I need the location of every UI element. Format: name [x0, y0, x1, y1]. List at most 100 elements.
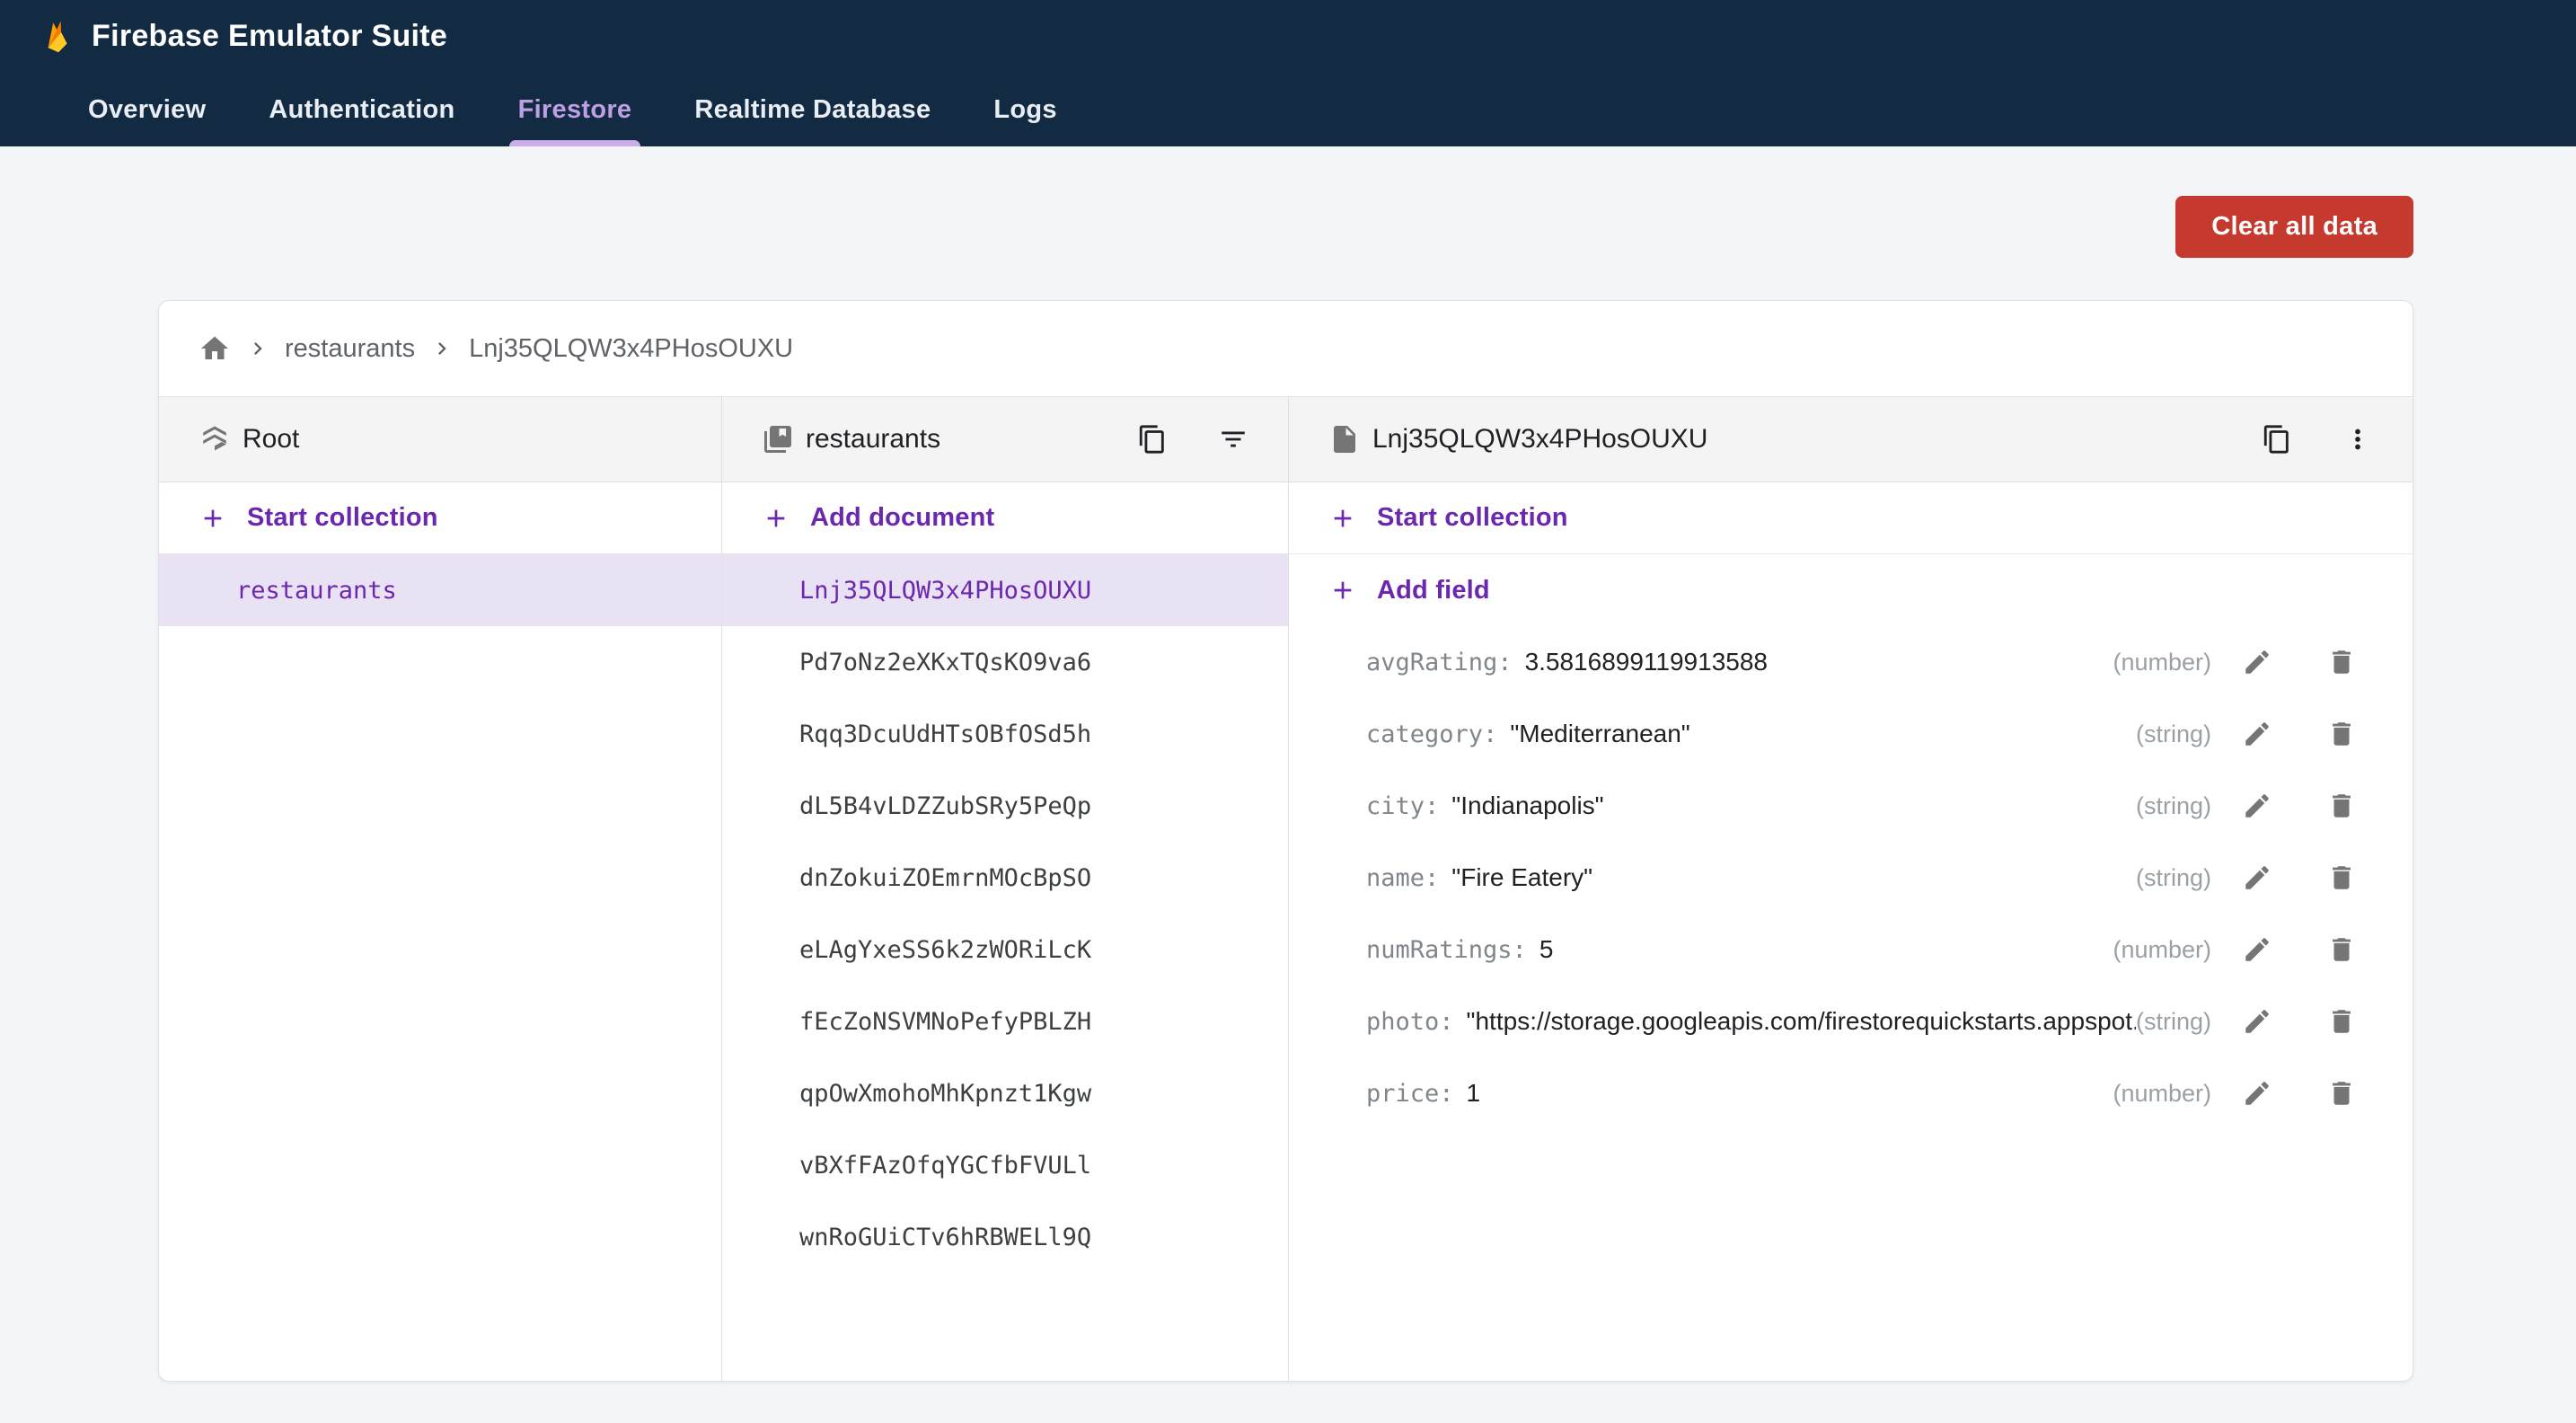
trash-icon [2333, 1010, 2351, 1033]
pencil-icon [2245, 1082, 2269, 1105]
document-list-item[interactable]: dL5B4vLDZZubSRy5PeQp [722, 770, 1288, 842]
collection-icon [764, 426, 791, 453]
field-row: name: "Fire Eatery" (string) [1289, 842, 2413, 914]
trash-icon [2333, 866, 2351, 889]
field-row: photo: "https://storage.googleapis.com/f… [1289, 985, 2413, 1057]
chevron-right-icon [429, 336, 454, 361]
tab-realtime-database[interactable]: Realtime Database [685, 73, 940, 146]
field-name: avgRating: [1366, 648, 1513, 676]
firestore-data-card: restaurants Lnj35QLQW3x4PHosOUXU Root St… [158, 300, 2413, 1382]
start-collection-button[interactable]: Start collection [1289, 482, 2413, 554]
trash-icon [2333, 1082, 2351, 1105]
field-name: photo: [1366, 1007, 1454, 1036]
document-list-item[interactable]: wnRoGUiCTv6hRBWELl9Q [722, 1201, 1288, 1273]
trash-icon [2333, 938, 2351, 961]
delete-field-button[interactable] [2326, 862, 2357, 893]
field-value: 1 [1466, 1079, 1481, 1107]
tab-firestore[interactable]: Firestore [508, 73, 641, 146]
document-list-item[interactable]: Rqq3DcuUdHTsOBfOSd5h [722, 698, 1288, 770]
top-nav: Firebase Emulator Suite Overview Authent… [0, 0, 2576, 146]
breadcrumb: restaurants Lnj35QLQW3x4PHosOUXU [159, 301, 2413, 397]
add-document-button[interactable]: Add document [722, 482, 1288, 554]
home-button[interactable] [198, 332, 231, 365]
field-value: "https://storage.googleapis.com/firestor… [1466, 1007, 2136, 1035]
chevron-right-icon [245, 336, 270, 361]
copy-icon [1139, 425, 1164, 454]
delete-field-button[interactable] [2326, 1006, 2357, 1037]
document-list-item[interactable]: vBXfFAzOfqYGCfbFVULl [722, 1129, 1288, 1201]
field-type: (number) [2113, 1079, 2211, 1107]
document-list-item[interactable]: Pd7oNz2eXKxTQsKO9va6 [722, 626, 1288, 698]
document-list-item[interactable]: qpOwXmohoMhKpnzt1Kgw [722, 1057, 1288, 1129]
field-type: (string) [2135, 720, 2211, 747]
app-title: Firebase Emulator Suite [92, 19, 448, 53]
tab-authentication[interactable]: Authentication [260, 73, 463, 146]
document-list-item[interactable]: eLAgYxeSS6k2zWORiLcK [722, 914, 1288, 985]
field-name: name: [1366, 863, 1440, 892]
trash-icon [2333, 722, 2351, 746]
nav-title-row: Firebase Emulator Suite [0, 0, 2576, 73]
document-panel-title: Lnj35QLQW3x4PHosOUXU [1372, 424, 1708, 454]
breadcrumb-collection[interactable]: restaurants [285, 334, 415, 364]
delete-field-button[interactable] [2326, 1078, 2357, 1109]
clear-all-data-button[interactable]: Clear all data [2175, 196, 2413, 258]
edit-field-button[interactable] [2242, 791, 2272, 821]
toolbar: Clear all data [0, 146, 2576, 258]
nav-tabs: Overview Authentication Firestore Realti… [0, 73, 2576, 146]
field-type: (number) [2113, 648, 2211, 676]
document-list-item[interactable]: dnZokuiZOEmrnMOcBpSO [722, 842, 1288, 914]
trash-icon [2333, 794, 2351, 818]
field-type: (number) [2113, 935, 2211, 963]
plus-icon [1334, 509, 1352, 526]
plus-icon [1334, 581, 1352, 599]
document-panel-header: Lnj35QLQW3x4PHosOUXU [1289, 397, 2413, 482]
edit-field-button[interactable] [2242, 934, 2272, 965]
start-collection-button[interactable]: Start collection [159, 482, 721, 554]
plus-icon [767, 509, 785, 526]
document-list-item[interactable]: fEcZoNSVMNoPefyPBLZH [722, 985, 1288, 1057]
root-panel-header: Root [159, 397, 721, 482]
collection-panel-title: restaurants [806, 424, 941, 454]
field-name: city: [1366, 791, 1440, 820]
copy-document-button[interactable] [2262, 424, 2292, 455]
tab-logs[interactable]: Logs [984, 73, 1065, 146]
field-type: (string) [2135, 863, 2211, 891]
field-name: price: [1366, 1079, 1454, 1108]
breadcrumb-document[interactable]: Lnj35QLQW3x4PHosOUXU [469, 334, 793, 364]
delete-field-button[interactable] [2326, 791, 2357, 821]
collection-panel: restaurants Add document Lnj35QLQW3x4PHo… [722, 397, 1289, 1381]
copy-collection-button[interactable] [1137, 424, 1168, 455]
edit-field-button[interactable] [2242, 862, 2272, 893]
delete-field-button[interactable] [2326, 647, 2357, 677]
field-name: numRatings: [1366, 935, 1527, 964]
add-field-button[interactable]: Add field [1289, 554, 2413, 626]
document-menu-button[interactable] [2342, 424, 2373, 455]
field-type: (string) [2135, 791, 2211, 819]
document-list-item[interactable]: Lnj35QLQW3x4PHosOUXU [722, 554, 1288, 626]
edit-field-button[interactable] [2242, 1006, 2272, 1037]
edit-field-button[interactable] [2242, 647, 2272, 677]
field-row: category: "Mediterranean" (string) [1289, 698, 2413, 770]
field-value: "Fire Eatery" [1451, 863, 1593, 891]
panels: Root Start collection restaurants restau… [159, 397, 2413, 1381]
edit-field-button[interactable] [2242, 719, 2272, 749]
collection-list-item[interactable]: restaurants [159, 554, 721, 626]
field-row: price: 1 (number) [1289, 1057, 2413, 1129]
firestore-icon [203, 426, 226, 451]
tab-overview[interactable]: Overview [79, 73, 215, 146]
filter-icon [1222, 431, 1245, 447]
field-value: 3.5816899119913588 [1524, 648, 1768, 676]
delete-field-button[interactable] [2326, 719, 2357, 749]
document-panel: Lnj35QLQW3x4PHosOUXU Start collection Ad… [1289, 397, 2413, 1381]
filter-documents-button[interactable] [1218, 424, 1248, 455]
kebab-menu-icon [2355, 429, 2360, 450]
document-icon [1334, 426, 1355, 453]
field-value: 5 [1539, 935, 1554, 963]
field-value: "Indianapolis" [1451, 791, 1604, 819]
field-row: avgRating: 3.5816899119913588 (number) [1289, 626, 2413, 698]
edit-field-button[interactable] [2242, 1078, 2272, 1109]
delete-field-button[interactable] [2326, 934, 2357, 965]
collection-panel-header: restaurants [722, 397, 1288, 482]
pencil-icon [2245, 650, 2269, 674]
field-type: (string) [2135, 1007, 2211, 1035]
